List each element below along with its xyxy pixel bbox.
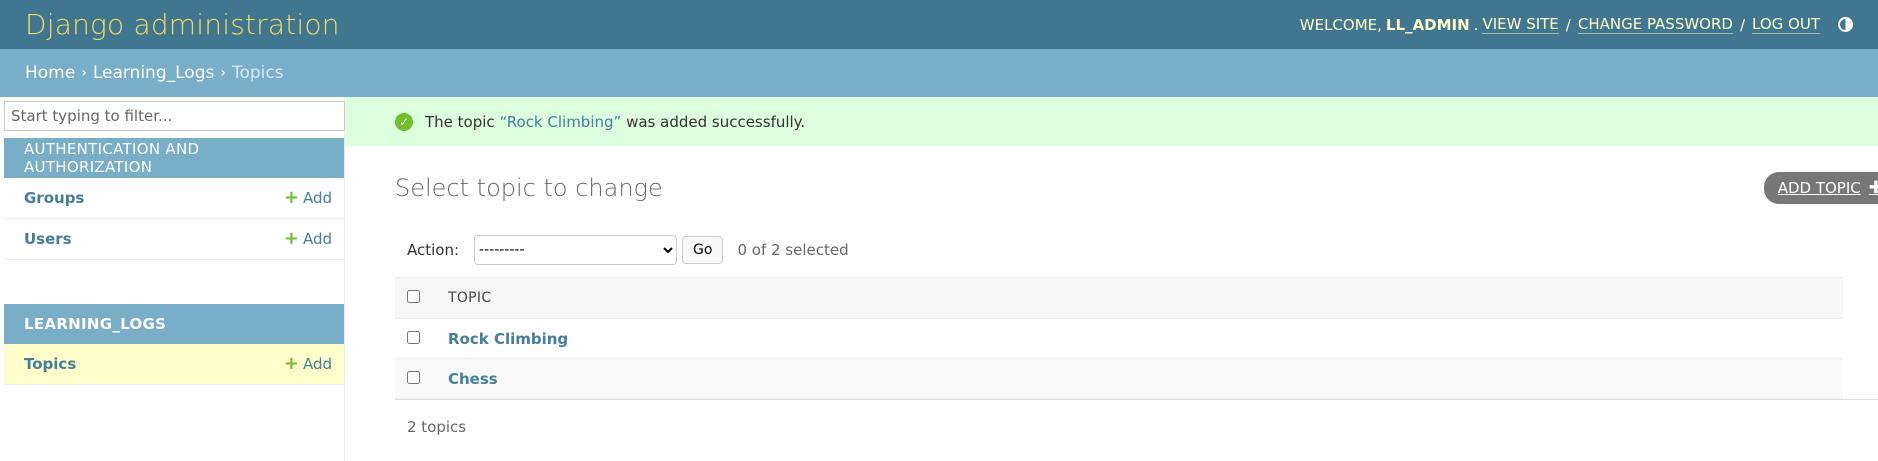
user-tools: WELCOME, LL_ADMIN. VIEW SITE / CHANGE PA…	[1300, 15, 1853, 34]
plus-icon: +	[283, 353, 299, 374]
check-circle-icon: ✓	[395, 112, 413, 131]
go-button[interactable]: Go	[682, 235, 724, 264]
sidebar-item-users: Users + Add	[4, 219, 344, 260]
add-topic-button[interactable]: ADD TOPIC ✚	[1763, 171, 1878, 204]
results-table: TOPIC Rock Climbing Chess	[395, 277, 1843, 399]
change-password-link[interactable]: CHANGE PASSWORD	[1577, 15, 1733, 34]
table-row: Rock Climbing	[395, 319, 1843, 359]
breadcrumb-home[interactable]: Home	[25, 63, 75, 83]
theme-toggle-icon[interactable]	[1838, 17, 1853, 32]
sidebar-item-topics-link[interactable]: Topics	[24, 355, 76, 373]
table-row: Chess	[395, 358, 1843, 399]
content-area: ✓ The topic “Rock Climbing” was added su…	[345, 97, 1878, 461]
add-label: Add	[302, 189, 332, 207]
plus-icon: +	[283, 187, 299, 208]
add-label: Add	[302, 355, 332, 373]
topic-link[interactable]: Rock Climbing	[448, 330, 568, 348]
selection-counter: 0 of 2 selected	[737, 240, 849, 259]
sidebar-item-users-link[interactable]: Users	[24, 230, 72, 248]
breadcrumb-separator-icon: ›	[220, 65, 226, 81]
table-header-row: TOPIC	[395, 277, 1843, 319]
module-caption-auth[interactable]: AUTHENTICATION AND AUTHORIZATION	[4, 138, 344, 178]
topic-link[interactable]: Chess	[448, 370, 498, 388]
actions-bar: Action: --------- Go 0 of 2 selected	[395, 227, 1878, 272]
success-message: ✓ The topic “Rock Climbing” was added su…	[345, 97, 1878, 146]
sidebar-item-groups-link[interactable]: Groups	[24, 189, 84, 207]
page-title: Select topic to change	[395, 173, 663, 202]
row-checkbox[interactable]	[407, 330, 420, 344]
breadcrumb-app[interactable]: Learning_Logs	[93, 63, 215, 83]
module-caption-learning-logs[interactable]: LEARNING_LOGS	[4, 304, 344, 344]
paginator: 2 topics	[395, 399, 1878, 436]
log-out-link[interactable]: LOG OUT	[1752, 15, 1820, 34]
breadcrumb: Home › Learning_Logs › Topics	[0, 49, 1878, 97]
select-all-checkbox[interactable]	[407, 289, 420, 303]
sidebar-item-topics: Topics + Add	[4, 344, 344, 385]
row-checkbox[interactable]	[407, 370, 420, 384]
site-branding[interactable]: Django administration	[25, 8, 340, 41]
action-select[interactable]: ---------	[474, 234, 678, 265]
nav-sidebar: AUTHENTICATION AND AUTHORIZATION Groups …	[0, 97, 345, 461]
add-groups-link[interactable]: + Add	[283, 187, 332, 208]
view-site-link[interactable]: VIEW SITE	[1482, 15, 1559, 34]
column-header-topic[interactable]: TOPIC	[448, 278, 1843, 319]
nav-filter-input[interactable]	[4, 101, 345, 131]
message-suffix: was added successfully.	[626, 112, 806, 131]
add-users-link[interactable]: + Add	[283, 228, 332, 249]
username: LL_ADMIN	[1385, 15, 1470, 34]
header: Django administration WELCOME, LL_ADMIN.…	[0, 0, 1878, 49]
message-object-link[interactable]: “Rock Climbing”	[499, 113, 621, 131]
sidebar-item-groups: Groups + Add	[4, 178, 344, 219]
plus-icon: ✚	[1868, 177, 1878, 198]
breadcrumb-current: Topics	[231, 63, 284, 83]
action-label: Action:	[407, 240, 460, 259]
breadcrumb-separator-icon: ›	[81, 65, 87, 81]
add-label: Add	[302, 230, 332, 248]
add-topics-link[interactable]: + Add	[283, 353, 332, 374]
plus-icon: +	[283, 228, 299, 249]
message-prefix: The topic	[425, 112, 495, 131]
welcome-text: WELCOME,	[1299, 15, 1382, 34]
add-topic-label: ADD TOPIC	[1777, 178, 1861, 197]
